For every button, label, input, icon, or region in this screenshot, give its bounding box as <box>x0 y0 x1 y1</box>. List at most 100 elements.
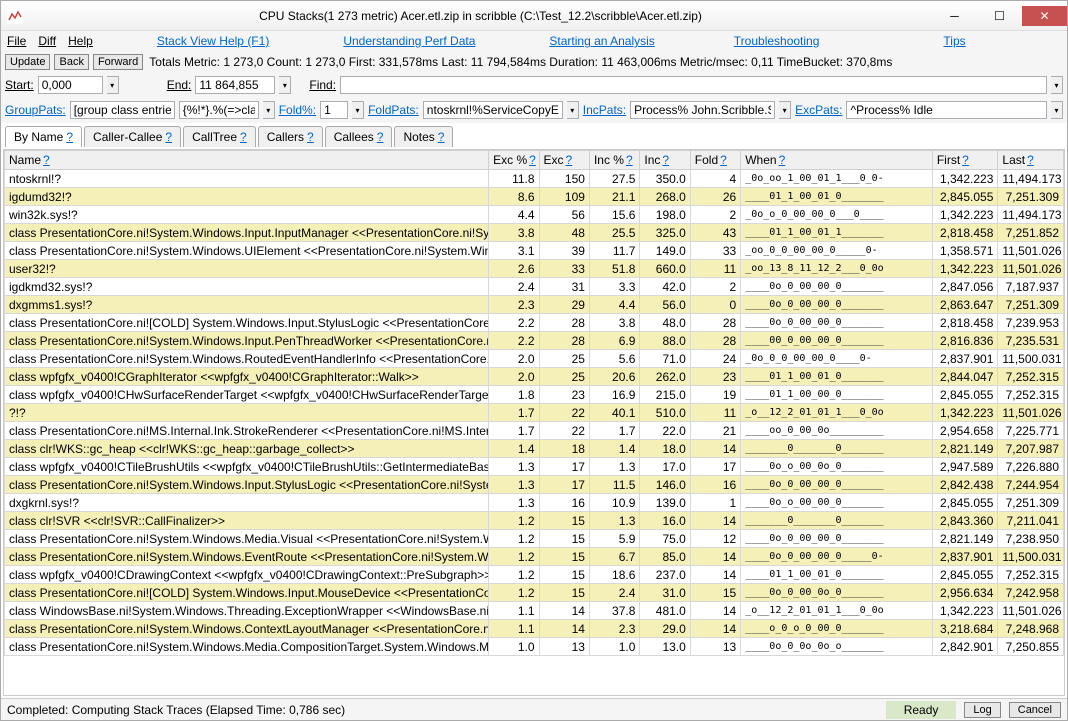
cell-inc[interactable]: 88.0 <box>640 332 690 350</box>
grouppats-label[interactable]: GroupPats: <box>5 103 66 117</box>
cell-first[interactable]: 2,947.589 <box>932 458 998 476</box>
cell-fold[interactable]: 11 <box>690 404 740 422</box>
cell-when[interactable]: ____01_1_00_01_0_______ <box>741 368 933 386</box>
excpats-input[interactable] <box>846 101 1047 119</box>
cell-inc[interactable]: 85.0 <box>640 548 690 566</box>
cell-excp[interactable]: 2.2 <box>489 314 539 332</box>
table-row[interactable]: ntoskrnl!?11.815027.5350.04_0o_oo_1_00_0… <box>5 170 1064 188</box>
cell-first[interactable]: 1,342.223 <box>932 602 998 620</box>
data-grid[interactable]: Name?Exc %?Exc?Inc %?Inc?Fold?When?First… <box>3 149 1065 696</box>
cell-exc[interactable]: 56 <box>539 206 589 224</box>
end-input[interactable] <box>195 76 275 94</box>
cell-name[interactable]: class wpfgfx_v0400!CHwSurfaceRenderTarge… <box>5 386 489 404</box>
table-row[interactable]: class PresentationCore.ni!System.Windows… <box>5 620 1064 638</box>
find-input[interactable] <box>340 76 1047 94</box>
cell-first[interactable]: 2,845.055 <box>932 494 998 512</box>
cell-excp[interactable]: 2.0 <box>489 368 539 386</box>
cell-inc[interactable]: 325.0 <box>640 224 690 242</box>
cell-fold[interactable]: 2 <box>690 206 740 224</box>
table-row[interactable]: ?!?1.72240.1510.011_o__12_2_01_01_1___0_… <box>5 404 1064 422</box>
find-dropdown-icon[interactable]: ▾ <box>1051 76 1063 94</box>
table-row[interactable]: class PresentationCore.ni!System.Windows… <box>5 242 1064 260</box>
cell-last[interactable]: 7,211.041 <box>998 512 1064 530</box>
cell-name[interactable]: class PresentationCore.ni!System.Windows… <box>5 350 489 368</box>
foldpct-label[interactable]: Fold%: <box>279 103 316 117</box>
cell-inc[interactable]: 146.0 <box>640 476 690 494</box>
cell-exc[interactable]: 25 <box>539 368 589 386</box>
cell-name[interactable]: class PresentationCore.ni!System.Windows… <box>5 476 489 494</box>
cell-incp[interactable]: 6.7 <box>589 548 639 566</box>
cell-inc[interactable]: 75.0 <box>640 530 690 548</box>
cell-last[interactable]: 7,252.315 <box>998 368 1064 386</box>
col-header[interactable]: When? <box>741 151 933 170</box>
cell-name[interactable]: class PresentationCore.ni!System.Windows… <box>5 530 489 548</box>
table-row[interactable]: dxgkrnl.sys!?1.31610.9139.01____0o_o_00_… <box>5 494 1064 512</box>
table-row[interactable]: class PresentationCore.ni![COLD] System.… <box>5 314 1064 332</box>
end-dropdown-icon[interactable]: ▾ <box>279 76 291 94</box>
cell-first[interactable]: 2,844.047 <box>932 368 998 386</box>
cell-last[interactable]: 7,252.315 <box>998 566 1064 584</box>
cell-first[interactable]: 3,218.684 <box>932 620 998 638</box>
cell-incp[interactable]: 25.5 <box>589 224 639 242</box>
tab-by-name[interactable]: By Name? <box>5 126 82 147</box>
cell-name[interactable]: class PresentationCore.ni!System.Windows… <box>5 242 489 260</box>
cell-name[interactable]: class PresentationCore.ni!System.Windows… <box>5 224 489 242</box>
cell-fold[interactable]: 14 <box>690 620 740 638</box>
cell-name[interactable]: ntoskrnl!? <box>5 170 489 188</box>
foldpct-dropdown-icon[interactable]: ▾ <box>352 101 364 119</box>
cell-fold[interactable]: 11 <box>690 260 740 278</box>
cell-first[interactable]: 1,342.223 <box>932 260 998 278</box>
link-understanding-perf[interactable]: Understanding Perf Data <box>343 34 475 48</box>
cell-incp[interactable]: 1.3 <box>589 458 639 476</box>
foldpats-label[interactable]: FoldPats: <box>368 103 419 117</box>
cell-fold[interactable]: 15 <box>690 584 740 602</box>
cell-fold[interactable]: 28 <box>690 332 740 350</box>
incpats-label[interactable]: IncPats: <box>583 103 626 117</box>
menu-diff[interactable]: Diff <box>38 34 56 48</box>
cell-incp[interactable]: 1.7 <box>589 422 639 440</box>
cell-last[interactable]: 11,501.026 <box>998 602 1064 620</box>
cell-incp[interactable]: 5.6 <box>589 350 639 368</box>
cell-excp[interactable]: 3.1 <box>489 242 539 260</box>
cell-excp[interactable]: 1.2 <box>489 530 539 548</box>
cell-exc[interactable]: 23 <box>539 386 589 404</box>
cell-name[interactable]: class PresentationCore.ni![COLD] System.… <box>5 314 489 332</box>
cell-inc[interactable]: 71.0 <box>640 350 690 368</box>
cell-name[interactable]: dxgkrnl.sys!? <box>5 494 489 512</box>
col-header[interactable]: Exc? <box>539 151 589 170</box>
cell-inc[interactable]: 29.0 <box>640 620 690 638</box>
cell-excp[interactable]: 2.3 <box>489 296 539 314</box>
col-header[interactable]: Exc %? <box>489 151 539 170</box>
cell-exc[interactable]: 15 <box>539 548 589 566</box>
cell-excp[interactable]: 1.4 <box>489 440 539 458</box>
cell-first[interactable]: 2,816.836 <box>932 332 998 350</box>
cell-last[interactable]: 7,250.855 <box>998 638 1064 656</box>
cell-first[interactable]: 2,845.055 <box>932 566 998 584</box>
cell-incp[interactable]: 2.4 <box>589 584 639 602</box>
cell-name[interactable]: class PresentationCore.ni!System.Windows… <box>5 620 489 638</box>
cell-inc[interactable]: 139.0 <box>640 494 690 512</box>
cell-name[interactable]: igdumd32!? <box>5 188 489 206</box>
cell-name[interactable]: class PresentationCore.ni!MS.Internal.In… <box>5 422 489 440</box>
close-button[interactable]: ✕ <box>1022 6 1067 26</box>
incpats-dropdown-icon[interactable]: ▾ <box>779 101 791 119</box>
grouppats-dropdown-icon[interactable]: ▾ <box>263 101 275 119</box>
cell-when[interactable]: ____01_1_00_01_0_______ <box>741 566 933 584</box>
cell-exc[interactable]: 39 <box>539 242 589 260</box>
cell-when[interactable]: ____0o_0_00_00_0_______ <box>741 314 933 332</box>
cell-first[interactable]: 2,845.055 <box>932 386 998 404</box>
cell-name[interactable]: igdkmd32.sys!? <box>5 278 489 296</box>
cell-excp[interactable]: 1.1 <box>489 620 539 638</box>
table-row[interactable]: class wpfgfx_v0400!CGraphIterator <<wpfg… <box>5 368 1064 386</box>
cell-fold[interactable]: 4 <box>690 170 740 188</box>
cell-last[interactable]: 7,225.771 <box>998 422 1064 440</box>
cell-fold[interactable]: 17 <box>690 458 740 476</box>
cell-inc[interactable]: 31.0 <box>640 584 690 602</box>
cell-last[interactable]: 7,251.309 <box>998 494 1064 512</box>
cell-inc[interactable]: 237.0 <box>640 566 690 584</box>
cell-first[interactable]: 2,842.438 <box>932 476 998 494</box>
cell-exc[interactable]: 13 <box>539 638 589 656</box>
cell-exc[interactable]: 14 <box>539 602 589 620</box>
cell-first[interactable]: 2,845.055 <box>932 188 998 206</box>
cell-first[interactable]: 2,821.149 <box>932 530 998 548</box>
